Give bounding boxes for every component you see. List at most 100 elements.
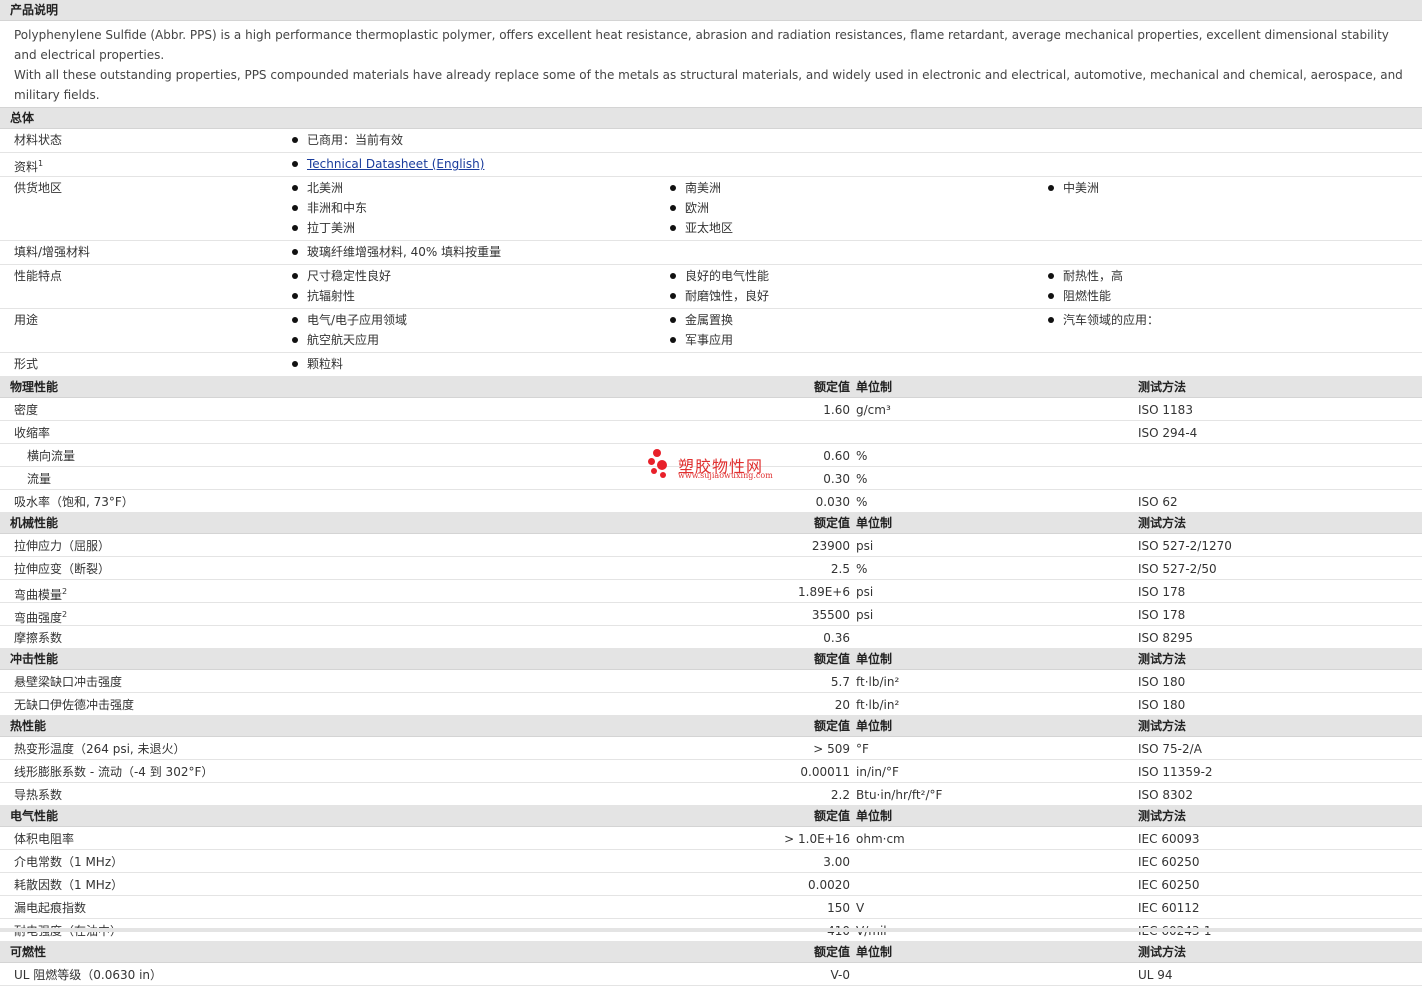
property-row: 密度 1.60 g/cm³ ISO 1183 [0, 398, 1422, 421]
footer-bar [0, 928, 1422, 932]
general-row-label: 材料状态 [14, 130, 62, 150]
test-method: ISO 294-4 [1138, 426, 1198, 440]
general-row-values: 颗粒料 [291, 354, 1422, 374]
label-text: 资料 [14, 160, 39, 174]
property-value: 1.89E+6 [798, 585, 850, 599]
property-value: 2.5 [830, 562, 850, 576]
property-value: 2.2 [830, 788, 850, 802]
property-unit: V [856, 901, 865, 915]
test-method: ISO 178 [1138, 608, 1186, 622]
test-method: ISO 62 [1138, 495, 1178, 509]
section-header: 冲击性能 额定值 单位制 测试方法 [0, 649, 1422, 670]
value-column-header: 额定值 [813, 719, 850, 733]
method-column-header: 测试方法 [1138, 652, 1187, 666]
property-row: 悬壁梁缺口冲击强度 5.7 ft·lb/in² ISO 180 [0, 670, 1422, 693]
property-value: 5.7 [830, 675, 850, 689]
bullet-item: 拉丁美洲 [291, 218, 669, 238]
label-text: 吸水率（饱和, 73°F） [14, 495, 134, 509]
property-value: 0.30 [823, 472, 850, 486]
method-column-header: 测试方法 [1138, 380, 1187, 394]
product-description: Polyphenylene Sulfide (Abbr. PPS) is a h… [0, 21, 1422, 108]
test-method: ISO 180 [1138, 675, 1186, 689]
datasheet-link[interactable]: Technical Datasheet (English) [307, 157, 484, 171]
general-row: 用途 电气/电子应用领域 金属置换 汽车领域的应用： 航空航天应用 军事应用 [0, 309, 1422, 353]
empty-cell [1047, 330, 1347, 350]
property-row: 弯曲模量2 1.89E+6 psi ISO 178 [0, 580, 1422, 603]
section-header: 电气性能 额定值 单位制 测试方法 [0, 806, 1422, 827]
general-row-label: 用途 [14, 310, 38, 330]
label-text: 形式 [14, 357, 39, 371]
property-value: 0.0020 [808, 878, 850, 892]
unit-column-header: 单位制 [856, 809, 893, 823]
general-row-values: 尺寸稳定性良好 良好的电气性能 耐热性，高 抗辐射性 耐磨蚀性，良好 阻燃性能 [291, 266, 1422, 306]
property-label: 吸水率（饱和, 73°F） [14, 490, 134, 514]
general-row-values: 电气/电子应用领域 金属置换 汽车领域的应用： 航空航天应用 军事应用 [291, 310, 1422, 350]
property-unit: in/in/°F [856, 765, 899, 779]
property-value: 35500 [811, 608, 850, 622]
description-line-1: Polyphenylene Sulfide (Abbr. PPS) is a h… [14, 28, 1389, 62]
property-label: 摩擦系数 [14, 626, 62, 650]
test-method: IEC 60112 [1138, 901, 1200, 915]
label-text: 密度 [14, 403, 39, 417]
property-row: 拉伸应变（断裂） 2.5% ISO 527-2/50 [0, 557, 1422, 580]
label-text: 耗散因数（1 MHz） [14, 878, 124, 892]
property-value: 0.60 [823, 449, 850, 463]
label-text: 供货地区 [14, 181, 63, 195]
bullet-item: 电气/电子应用领域 [291, 310, 669, 330]
property-unit: % [856, 562, 868, 576]
watermark-url: www.sujiaowuxing.com [678, 471, 773, 480]
section-title: 物理性能 [10, 380, 59, 394]
general-row: 资料1 Technical Datasheet (English) [0, 153, 1422, 177]
property-unit: ft·lb/in² [856, 675, 900, 689]
bullet-item: 欧洲 [669, 198, 1047, 218]
test-method: IEC 60250 [1138, 878, 1200, 892]
property-label: 密度 [14, 398, 38, 422]
general-row-values: 玻璃纤维增强材料, 40% 填料按重量 [291, 242, 1422, 262]
general-row: 形式 颗粒料 [0, 353, 1422, 377]
property-label: UL 阻燃等级（0.0630 in） [14, 963, 162, 987]
property-value: 1.60 [823, 403, 850, 417]
property-value: > 509 [813, 742, 850, 756]
test-method: ISO 75-2/A [1138, 742, 1202, 756]
general-row-values: 已商用：当前有效 [291, 130, 1422, 150]
property-row: 介电常数（1 MHz） 3.00 IEC 60250 [0, 850, 1422, 873]
section-title: 电气性能 [10, 809, 59, 823]
property-unit: ohm·cm [856, 832, 905, 846]
test-method: ISO 178 [1138, 585, 1186, 599]
general-row-label: 形式 [14, 354, 38, 374]
general-row: 性能特点 尺寸稳定性良好 良好的电气性能 耐热性，高 抗辐射性 耐磨蚀性，良好 阻燃性能 [0, 265, 1422, 309]
label-text: 材料状态 [14, 133, 63, 147]
bullet-item: 南美洲 [669, 178, 1047, 198]
unit-column-header: 单位制 [856, 652, 893, 666]
property-value: V-0 [830, 968, 850, 982]
bullet-item: 阻燃性能 [1047, 286, 1347, 306]
section-header: 机械性能 额定值 单位制 测试方法 [0, 513, 1422, 534]
bullet-item: 抗辐射性 [291, 286, 669, 306]
unit-column-header: 单位制 [856, 719, 893, 733]
section-header: 可燃性 额定值 单位制 测试方法 [0, 942, 1422, 963]
method-column-header: 测试方法 [1138, 809, 1187, 823]
bullet-item: 金属置换 [669, 310, 1047, 330]
property-row: 拉伸应力（屈服） 23900 psi ISO 527-2/1270 [0, 534, 1422, 557]
property-unit: °F [856, 742, 869, 756]
test-method: ISO 527-2/1270 [1138, 539, 1232, 553]
test-method: ISO 527-2/50 [1138, 562, 1217, 576]
test-method: UL 94 [1138, 968, 1173, 982]
test-method: ISO 8295 [1138, 631, 1193, 645]
test-method: ISO 8302 [1138, 788, 1193, 802]
property-unit: Btu·in/hr/ft²/°F [856, 788, 943, 802]
bullet-item: 已商用：当前有效 [291, 130, 1291, 150]
section-title: 冲击性能 [10, 652, 59, 666]
label-text: UL 阻燃等级（0.0630 in） [14, 968, 163, 982]
property-label: 热变形温度（264 psi, 未退火） [14, 737, 186, 761]
footnote-marker: 2 [62, 610, 68, 619]
label-text: 漏电起痕指数 [14, 901, 87, 915]
property-unit: g/cm³ [856, 403, 891, 417]
bullet-item: 军事应用 [669, 330, 1047, 350]
property-label: 线形膨胀系数 - 流动（-4 到 302°F） [14, 760, 213, 784]
value-column-header: 额定值 [813, 380, 850, 394]
property-row: 弯曲强度2 35500 psi ISO 178 [0, 603, 1422, 626]
property-value: 3.00 [823, 855, 850, 869]
test-method: IEC 60093 [1138, 832, 1200, 846]
method-column-header: 测试方法 [1138, 719, 1187, 733]
